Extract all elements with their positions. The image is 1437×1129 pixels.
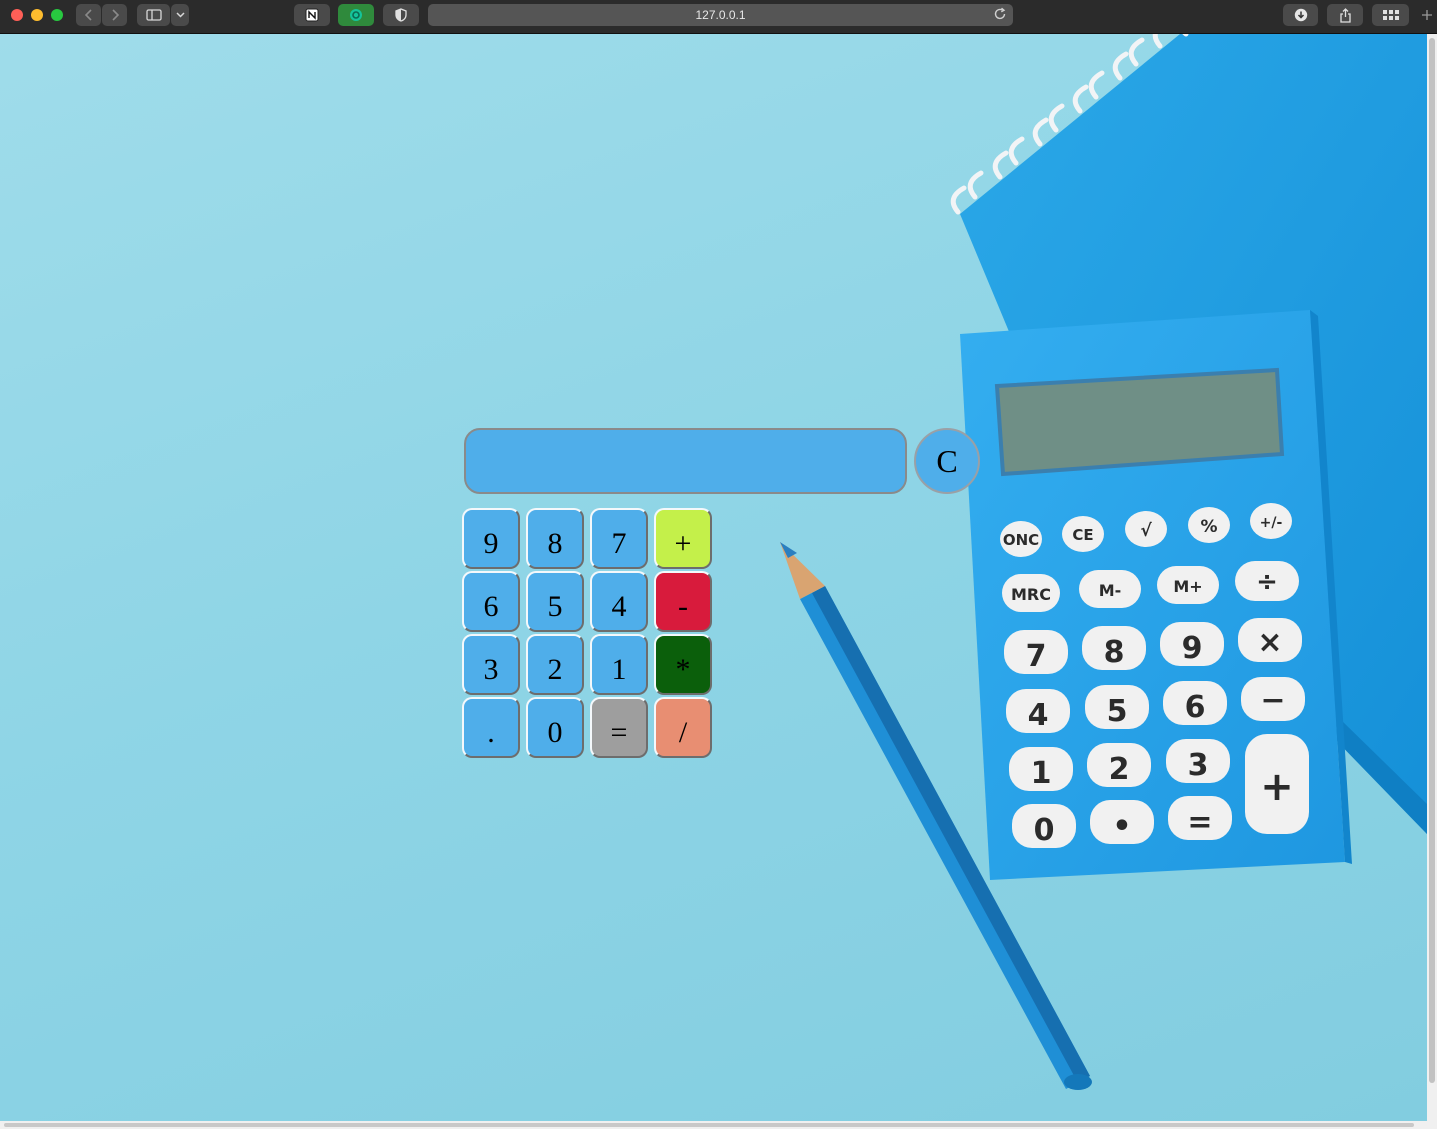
share-icon bbox=[1339, 7, 1351, 23]
svg-text:7: 7 bbox=[1026, 639, 1047, 674]
svg-text:+/-: +/- bbox=[1260, 515, 1283, 531]
key-multiply-button[interactable]: * bbox=[654, 634, 712, 695]
key-divide-button[interactable]: / bbox=[654, 697, 712, 758]
svg-text:÷: ÷ bbox=[1256, 567, 1278, 597]
svg-text:6: 6 bbox=[1185, 690, 1206, 725]
svg-text:8: 8 bbox=[1104, 635, 1125, 670]
vertical-scrollbar[interactable] bbox=[1427, 34, 1437, 1121]
horizontal-scroll-thumb[interactable] bbox=[4, 1123, 1414, 1127]
key-plus-button[interactable]: + bbox=[654, 508, 712, 569]
svg-text:√: √ bbox=[1140, 521, 1152, 541]
svg-text:2: 2 bbox=[1109, 752, 1130, 787]
key-three-button[interactable]: 3 bbox=[462, 634, 520, 695]
svg-text:M-: M- bbox=[1099, 581, 1122, 600]
svg-text:5: 5 bbox=[1107, 694, 1128, 729]
browser-toolbar: 127.0.0.1 bbox=[0, 0, 1437, 34]
key-six-button[interactable]: 6 bbox=[462, 571, 520, 632]
close-window-button[interactable] bbox=[11, 9, 23, 21]
chevron-left-icon bbox=[84, 9, 92, 21]
plus-icon bbox=[1422, 10, 1432, 20]
share-button[interactable] bbox=[1327, 4, 1363, 26]
svg-text:CE: CE bbox=[1072, 526, 1093, 544]
key-nine-button[interactable]: 9 bbox=[462, 508, 520, 569]
new-tab-button[interactable] bbox=[1420, 8, 1437, 30]
zoom-window-button[interactable] bbox=[51, 9, 63, 21]
calculator-display[interactable] bbox=[464, 428, 907, 494]
key-one-button[interactable]: 1 bbox=[590, 634, 648, 695]
key-decimal-button[interactable]: . bbox=[462, 697, 520, 758]
sidebar-toggle-button[interactable] bbox=[137, 4, 170, 26]
svg-text:4: 4 bbox=[1028, 698, 1049, 733]
notion-icon bbox=[305, 8, 319, 22]
forward-button[interactable] bbox=[102, 4, 127, 26]
privacy-extension-button[interactable] bbox=[383, 4, 419, 26]
key-equals-button[interactable]: = bbox=[590, 697, 648, 758]
sidebar-icon bbox=[145, 9, 162, 21]
svg-text:1: 1 bbox=[1031, 756, 1052, 791]
svg-text:%: % bbox=[1200, 517, 1217, 537]
address-bar[interactable]: 127.0.0.1 bbox=[428, 4, 1013, 26]
svg-text:M+: M+ bbox=[1173, 577, 1202, 596]
key-four-button[interactable]: 4 bbox=[590, 571, 648, 632]
key-seven-button[interactable]: 7 bbox=[590, 508, 648, 569]
downloads-button[interactable] bbox=[1283, 4, 1318, 26]
background-photo: ONC CE √ % +/- MRC M- M+ ÷ 7 8 9 × 4 5 6… bbox=[780, 34, 1427, 1090]
svg-text:=: = bbox=[1187, 805, 1212, 840]
grammarly-extension-button[interactable] bbox=[338, 4, 374, 26]
grammarly-icon bbox=[350, 9, 362, 21]
svg-text:MRC: MRC bbox=[1011, 585, 1051, 604]
minimize-window-button[interactable] bbox=[31, 9, 43, 21]
svg-text:•: • bbox=[1112, 809, 1131, 844]
svg-text:×: × bbox=[1257, 625, 1282, 660]
key-zero-button[interactable]: 0 bbox=[526, 697, 584, 758]
svg-text:9: 9 bbox=[1182, 631, 1203, 666]
reload-icon[interactable] bbox=[993, 7, 1007, 24]
key-eight-button[interactable]: 8 bbox=[526, 508, 584, 569]
clear-button[interactable]: C bbox=[914, 428, 980, 494]
chevron-down-icon bbox=[175, 12, 185, 18]
download-icon bbox=[1294, 8, 1307, 22]
vertical-scroll-thumb[interactable] bbox=[1429, 38, 1435, 1083]
calculator-illustration: ONC CE √ % +/- MRC M- M+ ÷ 7 8 9 × 4 5 6… bbox=[960, 310, 1352, 880]
grid-icon bbox=[1382, 9, 1399, 20]
shield-icon bbox=[395, 8, 407, 22]
svg-text:−: − bbox=[1260, 683, 1285, 718]
url-text: 127.0.0.1 bbox=[695, 8, 746, 22]
horizontal-scrollbar[interactable] bbox=[0, 1121, 1437, 1129]
back-button[interactable] bbox=[76, 4, 101, 26]
key-five-button[interactable]: 5 bbox=[526, 571, 584, 632]
tab-overview-button[interactable] bbox=[1372, 4, 1409, 26]
svg-text:ONC: ONC bbox=[1003, 531, 1039, 549]
page-viewport: ONC CE √ % +/- MRC M- M+ ÷ 7 8 9 × 4 5 6… bbox=[0, 34, 1427, 1121]
chevron-right-icon bbox=[111, 9, 119, 21]
notion-extension-button[interactable] bbox=[294, 4, 330, 26]
svg-text:3: 3 bbox=[1188, 748, 1209, 783]
svg-text:+: + bbox=[1260, 764, 1294, 810]
svg-text:0: 0 bbox=[1034, 813, 1055, 848]
sidebar-menu-button[interactable] bbox=[171, 4, 189, 26]
key-two-button[interactable]: 2 bbox=[526, 634, 584, 695]
key-minus-button[interactable]: - bbox=[654, 571, 712, 632]
